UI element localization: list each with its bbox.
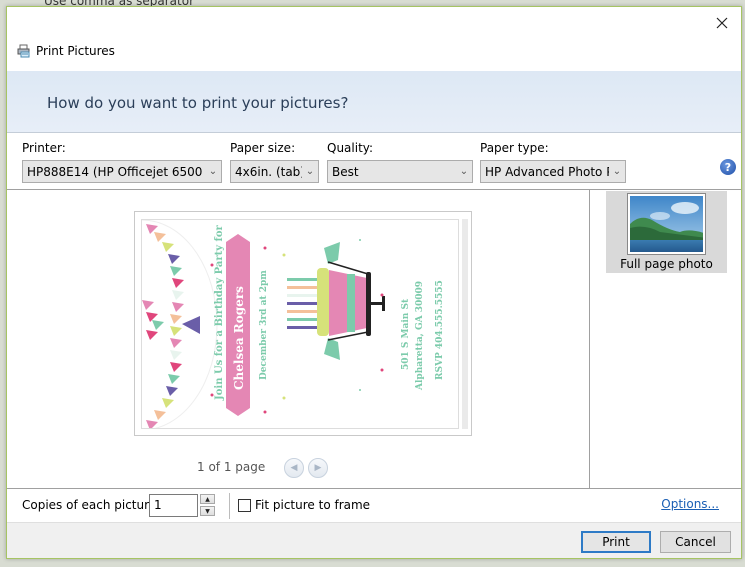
chevron-down-icon: ⌄ bbox=[459, 166, 469, 177]
arrow-right-icon: ▶ bbox=[314, 463, 322, 473]
dialog-question: How do you want to print your pictures? bbox=[47, 94, 349, 112]
print-preview-pane: Join Us for a Birthday Party for Chelsea… bbox=[7, 190, 590, 488]
previous-page-button[interactable]: ◀ bbox=[284, 458, 304, 478]
triangle-down-icon: ▼ bbox=[205, 507, 210, 515]
fit-picture-label[interactable]: Fit picture to frame bbox=[255, 498, 370, 512]
next-page-button[interactable]: ▶ bbox=[308, 458, 328, 478]
arrow-left-icon: ◀ bbox=[290, 463, 298, 473]
paper-size-select[interactable]: 4x6in. (tab) ⌄ bbox=[230, 160, 319, 183]
quality-select[interactable]: Best ⌄ bbox=[327, 160, 473, 183]
help-icon[interactable]: ? bbox=[720, 159, 736, 175]
printer-icon bbox=[17, 44, 30, 58]
invite-address2: Alpharetta, GA 30009 bbox=[415, 281, 425, 391]
preview-page: Join Us for a Birthday Party for Chelsea… bbox=[134, 211, 472, 436]
invite-rsvp: RSVP 404.555.5555 bbox=[435, 280, 445, 380]
quality-label: Quality: bbox=[327, 141, 374, 155]
invite-address1: 501 S Main St bbox=[401, 298, 411, 370]
triangle-up-icon: ▲ bbox=[205, 495, 210, 503]
paper-size-label: Paper size: bbox=[230, 141, 296, 155]
close-icon bbox=[716, 17, 728, 29]
printer-label: Printer: bbox=[22, 141, 66, 155]
copies-input[interactable]: 1 bbox=[149, 494, 198, 517]
printer-select[interactable]: HP888E14 (HP Officejet 6500 E710 ⌄ bbox=[22, 160, 222, 183]
cake-illustration bbox=[287, 242, 385, 360]
copies-decrement-button[interactable]: ▼ bbox=[200, 506, 215, 516]
copies-label: Copies of each picture: bbox=[22, 498, 161, 512]
header-band: How do you want to print your pictures? bbox=[7, 71, 741, 133]
paper-type-value: HP Advanced Photo Pa bbox=[485, 164, 609, 179]
dialog-footer: Print Cancel bbox=[7, 522, 741, 558]
chevron-down-icon: ⌄ bbox=[612, 166, 622, 177]
layout-label: Full page photo bbox=[620, 257, 713, 271]
printer-control: Printer: HP888E14 (HP Officejet 6500 E71… bbox=[22, 141, 222, 183]
close-button[interactable] bbox=[712, 13, 732, 33]
fit-picture-checkbox[interactable] bbox=[238, 499, 251, 512]
print-pictures-dialog: Print Pictures How do you want to print … bbox=[6, 6, 742, 559]
invite-line1: Join Us for a Birthday Party for bbox=[214, 224, 225, 401]
dialog-title-row: Print Pictures bbox=[17, 44, 115, 58]
party-hat bbox=[182, 316, 200, 334]
quality-control: Quality: Best ⌄ bbox=[327, 141, 473, 183]
bunting-flags bbox=[142, 224, 184, 428]
paper-size-control: Paper size: 4x6in. (tab) ⌄ bbox=[230, 141, 319, 183]
copies-bar: Copies of each picture: 1 ▲ ▼ Fit pictur… bbox=[7, 488, 741, 522]
layout-list: Full page photo bbox=[591, 190, 741, 488]
printer-value: HP888E14 (HP Officejet 6500 E710 bbox=[27, 164, 205, 179]
landscape-thumbnail bbox=[627, 193, 706, 255]
options-link[interactable]: Options... bbox=[661, 497, 719, 511]
paper-type-control: Paper type: HP Advanced Photo Pa ⌄ bbox=[480, 141, 626, 183]
paper-type-select[interactable]: HP Advanced Photo Pa ⌄ bbox=[480, 160, 626, 183]
page-count: 1 of 1 page bbox=[197, 460, 266, 474]
invitation-artwork: Join Us for a Birthday Party for Chelsea… bbox=[142, 220, 445, 428]
paper-size-value: 4x6in. (tab) bbox=[235, 164, 302, 179]
invitation-image: Join Us for a Birthday Party for Chelsea… bbox=[141, 219, 459, 429]
invite-name: Chelsea Rogers bbox=[232, 286, 246, 390]
copies-increment-button[interactable]: ▲ bbox=[200, 494, 215, 504]
chevron-down-icon: ⌄ bbox=[305, 166, 315, 177]
print-button[interactable]: Print bbox=[581, 531, 651, 553]
cancel-button[interactable]: Cancel bbox=[660, 531, 731, 553]
divider bbox=[229, 493, 230, 519]
paper-type-label: Paper type: bbox=[480, 141, 549, 155]
page-margin-strip bbox=[462, 219, 468, 429]
chevron-down-icon: ⌄ bbox=[208, 166, 218, 177]
invite-date: December 3rd at 2pm bbox=[259, 270, 269, 380]
dialog-title: Print Pictures bbox=[36, 44, 115, 58]
print-settings-bar: Printer: HP888E14 (HP Officejet 6500 E71… bbox=[7, 133, 741, 190]
layout-full-page-photo[interactable]: Full page photo bbox=[606, 191, 727, 273]
quality-value: Best bbox=[332, 164, 359, 179]
